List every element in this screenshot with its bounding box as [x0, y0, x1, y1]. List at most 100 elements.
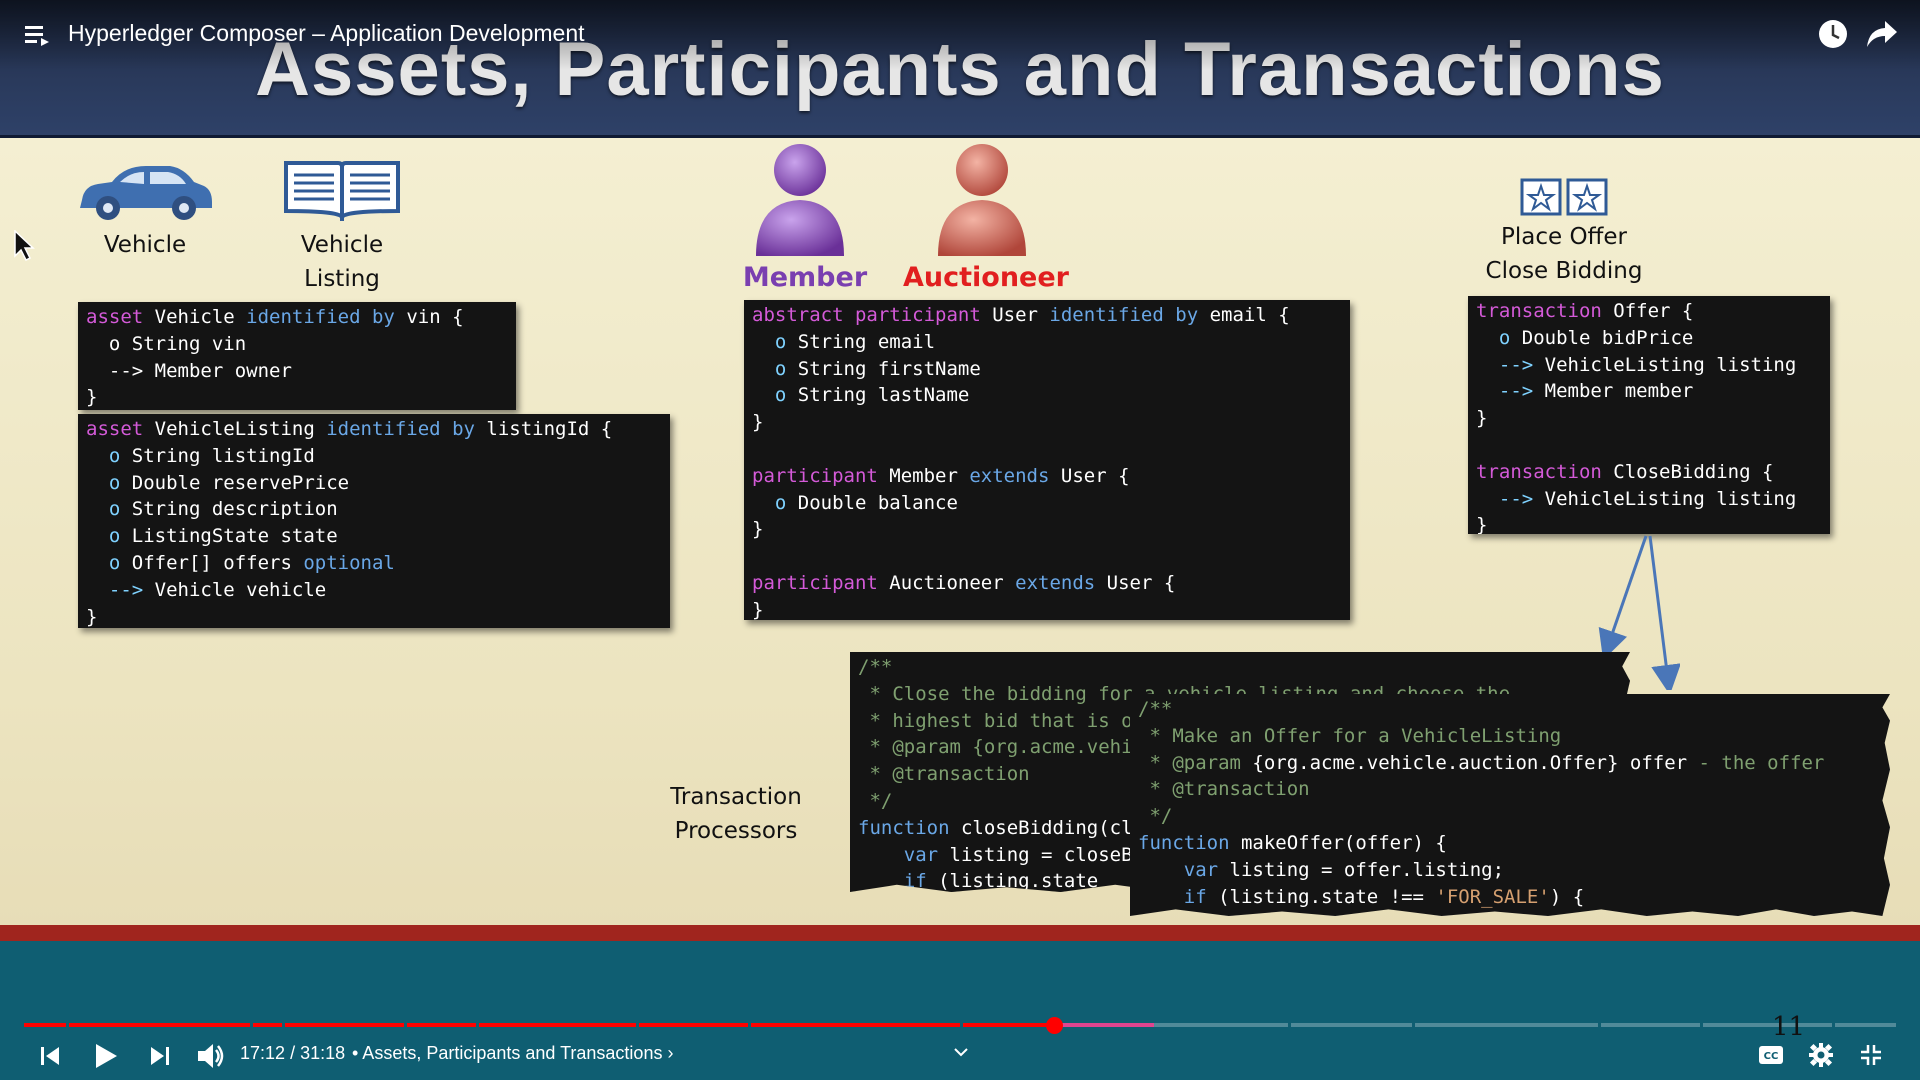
code-line: }	[752, 516, 1342, 543]
code-line: var listing = offer.listing;	[1138, 857, 1882, 884]
code-token: extends	[969, 464, 1061, 487]
code-line: --> Member owner	[86, 358, 508, 385]
code-line: * Make an Offer for a VehicleListing	[1138, 723, 1882, 750]
transaction-icon	[1520, 178, 1608, 216]
svg-text:CC: CC	[1764, 1051, 1779, 1062]
code-token: Vehicle vehicle	[154, 578, 327, 601]
video-frame[interactable]: Assets, Participants and Transactions Ve…	[0, 0, 1920, 1080]
code-token: ListingState state	[131, 525, 338, 548]
next-icon[interactable]	[144, 1042, 176, 1070]
code-token: }	[752, 411, 764, 434]
chapter-gap	[1288, 1023, 1291, 1027]
code-token: }	[752, 598, 764, 620]
code-token: participant	[752, 571, 890, 594]
code-token: VehicleListing	[154, 418, 327, 440]
chapter-title[interactable]: • Assets, Participants and Transactions …	[352, 1043, 673, 1064]
playlist-menu-icon[interactable]	[24, 22, 50, 48]
code-token: */	[858, 789, 893, 812]
code-token: function	[1138, 831, 1241, 854]
captions-icon[interactable]: CC	[1756, 1042, 1786, 1068]
code-line: /**	[858, 654, 1622, 681]
transactions-code: transaction Offer { o Double bidPrice --…	[1468, 296, 1830, 534]
code-token: Member member	[1544, 380, 1694, 403]
code-token: abstract participant	[752, 304, 993, 326]
code-token: o	[86, 551, 132, 574]
code-token: asset	[86, 418, 155, 440]
code-line: o ListingState state	[86, 523, 662, 550]
code-token: --> Member owner	[86, 359, 292, 382]
vehicle-listing-label-line1: Vehicle	[300, 232, 384, 258]
place-offer-label: Place Offer	[1500, 224, 1628, 250]
close-bidding-label: Close Bidding	[1485, 258, 1643, 284]
code-token: CloseBidding {	[1613, 460, 1774, 483]
code-line: o Double bidPrice	[1476, 325, 1822, 352]
code-token: String email	[797, 330, 936, 353]
volume-icon[interactable]	[194, 1040, 228, 1072]
code-token: * @transaction	[1138, 778, 1310, 801]
code-line: transaction Offer {	[1476, 298, 1822, 325]
code-line: }	[752, 597, 1342, 620]
book-icon	[284, 161, 400, 221]
share-arrow-icon[interactable]	[1866, 20, 1898, 48]
chapter-gap	[404, 1023, 407, 1027]
chapter-gap	[476, 1023, 479, 1027]
code-token: String firstName	[797, 357, 981, 380]
chapter-gap	[282, 1023, 285, 1027]
code-line: */	[1138, 803, 1882, 830]
code-token: String description	[131, 498, 338, 521]
code-token: Offer {	[1613, 300, 1694, 322]
code-line: o String vin	[86, 331, 508, 358]
make-offer-function-code: /** * Make an Offer for a VehicleListing…	[1130, 694, 1890, 916]
progress-bar[interactable]	[24, 1023, 1896, 1027]
code-line: }	[752, 409, 1342, 436]
chevron-down-icon[interactable]	[950, 1044, 972, 1060]
code-token: makeOffer(offer) {	[1240, 831, 1447, 854]
chapter-gap	[748, 1023, 751, 1027]
vehicle-listing-label-line2: Listing	[304, 266, 380, 292]
code-token: o	[1476, 326, 1522, 349]
exit-fullscreen-icon[interactable]	[1856, 1040, 1886, 1070]
code-token: function	[858, 816, 961, 839]
code-token: -->	[86, 578, 155, 601]
previous-icon[interactable]	[34, 1042, 66, 1070]
code-line: * @param {org.acme.vehicle.auction.Offer…	[1138, 750, 1882, 777]
code-token: o	[86, 498, 132, 521]
clock-icon[interactable]	[1817, 18, 1849, 50]
code-token: /**	[1138, 698, 1173, 720]
video-title[interactable]: Hyperledger Composer – Application Devel…	[68, 20, 585, 47]
chapter-gap	[636, 1023, 639, 1027]
code-token: }	[752, 518, 764, 541]
code-token: extends	[1015, 571, 1107, 594]
code-line: if (listing.state !== 'FOR_SALE') {	[1138, 884, 1882, 911]
code-token: /**	[858, 656, 893, 678]
code-token: 'FOR_SALE'	[1435, 885, 1550, 908]
slide-number: 11	[1772, 1012, 1806, 1042]
code-token: Offer[] offers	[131, 551, 304, 574]
code-token: VehicleListing listing	[1544, 353, 1797, 376]
code-token: * @param	[1138, 751, 1253, 774]
code-line: o Offer[] offers optional	[86, 550, 662, 577]
vehicle-label: Vehicle	[103, 232, 187, 258]
code-line: /**	[1138, 696, 1882, 723]
chapter-gap	[1832, 1023, 1835, 1027]
tp-label-line2: Processors	[674, 818, 798, 844]
gear-icon[interactable]	[1806, 1040, 1836, 1070]
code-token: - the offer	[1698, 751, 1825, 774]
code-token: Vehicle	[154, 306, 247, 328]
code-token: ) {	[1549, 885, 1585, 908]
scrubber-handle[interactable]	[1045, 1017, 1063, 1034]
code-line: o Double balance	[752, 490, 1342, 517]
play-icon[interactable]	[88, 1038, 124, 1074]
code-token: o	[752, 491, 798, 514]
code-line: --> VehicleListing listing	[1476, 352, 1822, 379]
slide-footer-bar	[0, 925, 1920, 941]
code-token: }	[86, 386, 98, 409]
chapter-gap	[960, 1023, 963, 1027]
code-token: o	[86, 525, 132, 548]
code-token: var	[1138, 858, 1230, 881]
code-token: }	[1476, 407, 1488, 430]
code-line: participant Auctioneer extends User {	[752, 570, 1342, 597]
code-token: (listing.state !==	[1218, 885, 1436, 908]
